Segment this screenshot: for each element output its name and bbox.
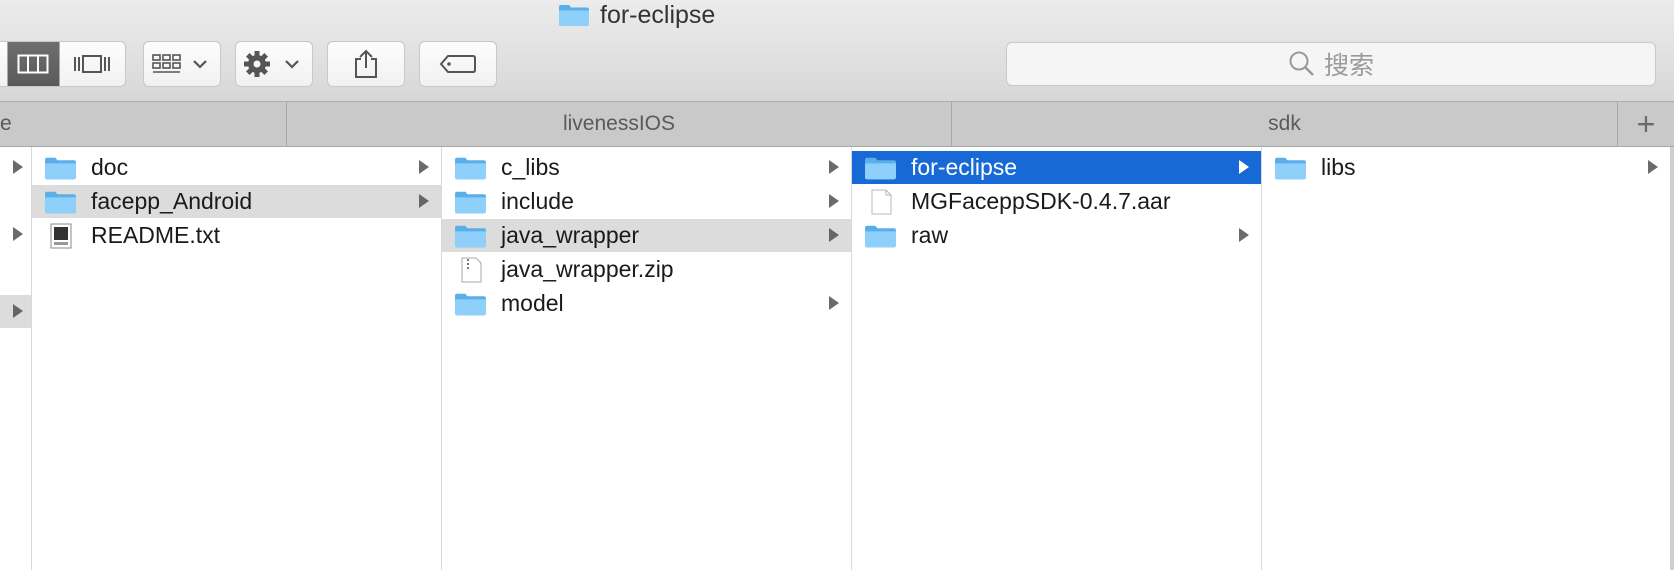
column-1: doc facepp_Android README.txt [32,147,442,570]
text-file-icon [50,223,72,248]
plus-icon: + [1636,105,1656,142]
gear-icon [244,51,299,77]
arrow-right-icon [829,296,839,310]
folder-icon [1274,155,1307,181]
arrow-right-icon [13,304,23,318]
arrow-right-icon [13,160,23,174]
toolbar: for-eclipse 搜索 [0,0,1674,101]
arrow-right-icon [419,160,429,174]
share-icon [355,49,377,78]
item-label: model [501,290,564,316]
arrow-right-icon [829,160,839,174]
arrow-right-icon [829,228,839,242]
tab-bar: e livenessIOS sdk + [0,101,1674,147]
window-title: for-eclipse [558,0,715,30]
tag-icon [439,55,476,73]
zip-file-icon [461,257,482,282]
column-view-icon [17,54,49,74]
share-button[interactable] [327,41,405,87]
item-label: raw [911,222,949,248]
list-item[interactable]: README.txt [32,219,441,252]
list-item[interactable]: model [442,287,851,320]
list-item[interactable] [0,218,31,251]
arrow-right-icon [829,194,839,208]
window-title-text: for-eclipse [600,0,716,29]
column-browser: doc facepp_Android README.txt c_libs inc… [0,147,1674,570]
column-partial [0,147,32,570]
list-item[interactable]: for-eclipse [852,151,1261,184]
arrow-right-icon [1239,160,1249,174]
list-item[interactable]: MGFaceppSDK-0.4.7.aar [852,185,1261,218]
folder-icon [864,155,897,181]
item-label: for-eclipse [911,154,1018,180]
item-label: java_wrapper.zip [501,256,674,282]
list-item[interactable]: raw [852,219,1261,252]
cover-flow-icon [74,55,111,73]
list-view-button[interactable] [0,42,7,86]
column-view-button[interactable] [6,42,60,86]
list-item[interactable]: facepp_Android [32,185,441,218]
folder-icon [864,223,897,249]
arrow-right-icon [13,227,23,241]
tab-label: livenessIOS [562,112,676,135]
arrow-right-icon [1648,160,1658,174]
item-label: README.txt [91,222,221,248]
item-label: libs [1321,154,1356,180]
cover-flow-button[interactable] [60,42,125,86]
arrange-button[interactable] [143,41,221,87]
arrow-right-icon [1239,228,1249,242]
list-view-icon [0,54,3,74]
folder-icon [454,223,487,249]
view-mode-selector[interactable] [0,41,126,87]
tab-previous[interactable]: e [0,102,287,146]
folder-icon [454,155,487,181]
scrollbar[interactable] [1670,147,1674,570]
tab-label: e [0,112,12,135]
list-item[interactable] [0,151,31,184]
column-2: c_libs include java_wrapper java_wrapper… [442,147,852,570]
column-3: for-eclipse MGFaceppSDK-0.4.7.aar raw [852,147,1262,570]
list-item[interactable]: libs [1262,151,1670,184]
tab-livenessios[interactable]: livenessIOS [287,102,952,146]
arrow-right-icon [419,194,429,208]
folder-icon [44,189,77,215]
list-item[interactable] [0,295,31,328]
list-item[interactable]: include [442,185,851,218]
item-label: java_wrapper [501,222,640,248]
list-item[interactable]: java_wrapper.zip [442,253,851,286]
tags-button[interactable] [419,41,497,87]
folder-icon [44,155,77,181]
grid-icon [152,54,207,73]
folder-icon [454,189,487,215]
item-label: MGFaceppSDK-0.4.7.aar [911,188,1171,214]
search-placeholder: 搜索 [1323,52,1374,80]
search-field[interactable]: 搜索 [1006,42,1656,86]
list-item[interactable]: doc [32,151,441,184]
item-label: doc [91,154,129,180]
folder-icon [558,3,590,27]
item-label: include [501,188,574,214]
item-label: facepp_Android [91,188,253,214]
search-icon [1289,51,1314,76]
item-label: c_libs [501,154,560,180]
column-4: libs [1262,147,1670,570]
new-tab-button[interactable]: + [1618,102,1674,146]
folder-icon [454,291,487,317]
document-icon [871,189,892,214]
list-item[interactable]: java_wrapper [442,219,851,252]
tab-sdk[interactable]: sdk [952,102,1618,146]
tab-label: sdk [1268,112,1301,135]
action-button[interactable] [235,41,313,87]
list-item[interactable]: c_libs [442,151,851,184]
